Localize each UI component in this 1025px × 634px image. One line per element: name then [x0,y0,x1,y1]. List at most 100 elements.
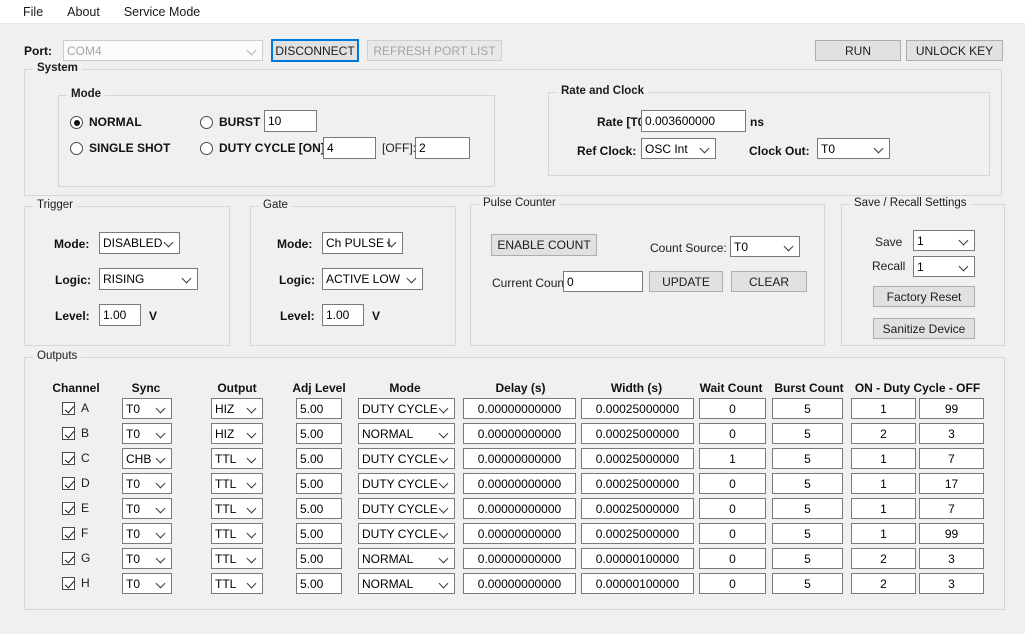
duty-off-input-G[interactable]: 3 [919,548,984,569]
recall-slot-combobox[interactable]: 1 [913,256,975,277]
burst-count-input-D[interactable]: 5 [772,473,843,494]
trigger-logic-combobox[interactable]: RISING [99,268,198,290]
output-combobox-F[interactable]: TTL [211,523,263,544]
sync-combobox-B[interactable]: T0 [122,423,172,444]
burst-count-input-G[interactable]: 5 [772,548,843,569]
adj-level-input-E[interactable]: 5.00 [296,498,342,519]
channel-enable-checkbox-E[interactable] [62,502,75,515]
duty-on-input-D[interactable]: 1 [851,473,916,494]
mode-combobox-C[interactable]: DUTY CYCLE [358,448,455,469]
channel-enable-checkbox-C[interactable] [62,452,75,465]
width-input-A[interactable]: 0.00025000000 [581,398,694,419]
update-count-button[interactable]: UPDATE [649,271,723,292]
sanitize-device-button[interactable]: Sanitize Device [873,318,975,339]
clear-count-button[interactable]: CLEAR [731,271,807,292]
run-button[interactable]: RUN [815,40,901,61]
radio-duty-cycle[interactable] [200,142,213,155]
width-input-G[interactable]: 0.00000100000 [581,548,694,569]
wait-count-input-H[interactable]: 0 [699,573,766,594]
delay-input-G[interactable]: 0.00000000000 [463,548,576,569]
ref-clock-combobox[interactable]: OSC Int [641,138,716,159]
burst-count-input-H[interactable]: 5 [772,573,843,594]
delay-input-D[interactable]: 0.00000000000 [463,473,576,494]
adj-level-input-B[interactable]: 5.00 [296,423,342,444]
width-input-F[interactable]: 0.00025000000 [581,523,694,544]
sync-combobox-G[interactable]: T0 [122,548,172,569]
output-combobox-B[interactable]: HIZ [211,423,263,444]
burst-count-input[interactable]: 10 [264,110,317,132]
delay-input-A[interactable]: 0.00000000000 [463,398,576,419]
mode-combobox-B[interactable]: NORMAL [358,423,455,444]
gate-logic-combobox[interactable]: ACTIVE LOW [322,268,423,290]
delay-input-E[interactable]: 0.00000000000 [463,498,576,519]
duty-off-input-C[interactable]: 7 [919,448,984,469]
duty-on-input-E[interactable]: 1 [851,498,916,519]
clock-out-combobox[interactable]: T0 [817,138,890,159]
duty-on-input-A[interactable]: 1 [851,398,916,419]
adj-level-input-C[interactable]: 5.00 [296,448,342,469]
enable-count-button[interactable]: ENABLE COUNT [491,234,597,256]
adj-level-input-A[interactable]: 5.00 [296,398,342,419]
disconnect-button[interactable]: DISCONNECT [271,39,359,62]
duty-on-input-C[interactable]: 1 [851,448,916,469]
adj-level-input-F[interactable]: 5.00 [296,523,342,544]
duty-cycle-off-input[interactable]: 2 [415,137,470,159]
menu-item-service-mode[interactable]: Service Mode [115,2,209,22]
output-combobox-G[interactable]: TTL [211,548,263,569]
wait-count-input-C[interactable]: 1 [699,448,766,469]
sync-combobox-C[interactable]: CHB [122,448,172,469]
duty-on-input-G[interactable]: 2 [851,548,916,569]
channel-enable-checkbox-H[interactable] [62,577,75,590]
duty-off-input-B[interactable]: 3 [919,423,984,444]
channel-enable-checkbox-F[interactable] [62,527,75,540]
width-input-C[interactable]: 0.00025000000 [581,448,694,469]
sync-combobox-E[interactable]: T0 [122,498,172,519]
adj-level-input-D[interactable]: 5.00 [296,473,342,494]
burst-count-input-F[interactable]: 5 [772,523,843,544]
unlock-key-button[interactable]: UNLOCK KEY [906,40,1003,61]
burst-count-input-B[interactable]: 5 [772,423,843,444]
radio-normal[interactable] [70,116,83,129]
channel-enable-checkbox-B[interactable] [62,427,75,440]
duty-off-input-E[interactable]: 7 [919,498,984,519]
sync-combobox-A[interactable]: T0 [122,398,172,419]
gate-mode-combobox[interactable]: Ch PULSE I [322,232,403,254]
output-combobox-H[interactable]: TTL [211,573,263,594]
output-combobox-A[interactable]: HIZ [211,398,263,419]
output-combobox-E[interactable]: TTL [211,498,263,519]
duty-off-input-H[interactable]: 3 [919,573,984,594]
radio-burst[interactable] [200,116,213,129]
sync-combobox-F[interactable]: T0 [122,523,172,544]
current-count-input[interactable]: 0 [563,271,643,292]
wait-count-input-F[interactable]: 0 [699,523,766,544]
width-input-B[interactable]: 0.00025000000 [581,423,694,444]
count-source-combobox[interactable]: T0 [730,236,800,257]
delay-input-B[interactable]: 0.00000000000 [463,423,576,444]
mode-combobox-D[interactable]: DUTY CYCLE [358,473,455,494]
channel-enable-checkbox-A[interactable] [62,402,75,415]
mode-combobox-G[interactable]: NORMAL [358,548,455,569]
menu-item-about[interactable]: About [58,2,109,22]
wait-count-input-E[interactable]: 0 [699,498,766,519]
duty-cycle-on-input[interactable]: 4 [323,137,376,159]
adj-level-input-G[interactable]: 5.00 [296,548,342,569]
duty-on-input-B[interactable]: 2 [851,423,916,444]
channel-enable-checkbox-D[interactable] [62,477,75,490]
duty-off-input-A[interactable]: 99 [919,398,984,419]
duty-off-input-D[interactable]: 17 [919,473,984,494]
duty-on-input-F[interactable]: 1 [851,523,916,544]
adj-level-input-H[interactable]: 5.00 [296,573,342,594]
trigger-level-input[interactable]: 1.00 [99,304,141,326]
refresh-port-list-button[interactable]: REFRESH PORT LIST [367,40,502,61]
mode-combobox-F[interactable]: DUTY CYCLE [358,523,455,544]
rate-input[interactable]: 0.003600000 [641,110,746,132]
duty-on-input-H[interactable]: 2 [851,573,916,594]
wait-count-input-D[interactable]: 0 [699,473,766,494]
duty-off-input-F[interactable]: 99 [919,523,984,544]
burst-count-input-E[interactable]: 5 [772,498,843,519]
factory-reset-button[interactable]: Factory Reset [873,286,975,307]
mode-combobox-H[interactable]: NORMAL [358,573,455,594]
port-combobox[interactable]: COM4 [63,40,263,61]
mode-combobox-E[interactable]: DUTY CYCLE [358,498,455,519]
sync-combobox-D[interactable]: T0 [122,473,172,494]
